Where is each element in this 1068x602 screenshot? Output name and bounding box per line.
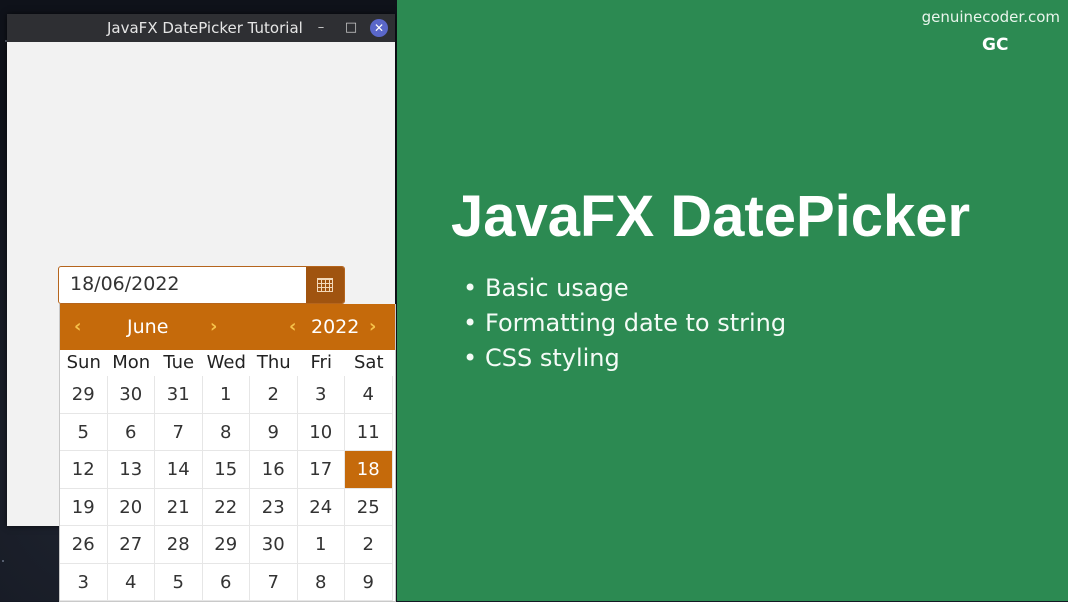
weekday-label: Mon	[112, 352, 151, 373]
day-cell[interactable]: 13	[107, 451, 155, 489]
day-cell[interactable]: 24	[297, 488, 345, 526]
date-input[interactable]: 18/06/2022	[59, 267, 306, 303]
day-cell[interactable]: 10	[297, 413, 345, 451]
day-cell[interactable]: 3	[297, 376, 345, 414]
day-cell[interactable]: 22	[202, 488, 250, 526]
day-cell[interactable]: 6	[202, 563, 250, 601]
weekday-label: Wed	[206, 352, 246, 373]
calendar-button[interactable]	[306, 267, 344, 303]
day-cell[interactable]: 8	[202, 413, 250, 451]
day-cell[interactable]: 14	[155, 451, 203, 489]
month-label: June	[127, 316, 169, 338]
star	[2, 560, 4, 562]
day-cell[interactable]: 19	[60, 488, 108, 526]
day-cell[interactable]: 9	[250, 413, 298, 451]
day-cell[interactable]: 2	[345, 526, 393, 564]
calendar-popup: ‹ June › ‹ 2022 › Sun Mon Tue Wed Thu Fr…	[59, 304, 396, 602]
year-label: 2022	[311, 316, 360, 338]
weekday-label: Sat	[353, 352, 384, 373]
day-cell[interactable]: 4	[107, 563, 155, 601]
maximize-button[interactable]: □	[341, 18, 361, 38]
day-cell[interactable]: 21	[155, 488, 203, 526]
day-cell[interactable]: 20	[107, 488, 155, 526]
day-cell[interactable]: 4	[345, 376, 393, 414]
day-cell[interactable]: 18	[345, 451, 393, 489]
bullet-item: Formatting date to string	[463, 309, 786, 344]
promo-panel: genuinecoder.com GC JavaFX DatePicker Ba…	[397, 0, 1068, 601]
window-titlebar[interactable]: JavaFX DatePicker Tutorial – □ ✕	[7, 14, 395, 42]
weekday-label: Tue	[163, 352, 195, 373]
calendar-icon	[317, 278, 333, 292]
bullet-item: Basic usage	[463, 274, 786, 309]
day-cell[interactable]: 5	[155, 563, 203, 601]
previous-year-button[interactable]: ‹	[289, 316, 296, 337]
window-title: JavaFX DatePicker Tutorial	[107, 19, 303, 37]
weekday-label: Sun	[66, 352, 101, 373]
day-cell[interactable]: 1	[202, 376, 250, 414]
day-cell[interactable]: 7	[250, 563, 298, 601]
weekday-header-row: Sun Mon Tue Wed Thu Fri Sat	[60, 350, 395, 376]
day-cell[interactable]: 26	[60, 526, 108, 564]
day-cell[interactable]: 30	[250, 526, 298, 564]
day-cell[interactable]: 25	[345, 488, 393, 526]
close-button[interactable]: ✕	[370, 19, 388, 37]
minimize-button[interactable]: –	[311, 18, 331, 38]
day-cell[interactable]: 3	[60, 563, 108, 601]
headline: JavaFX DatePicker	[451, 184, 971, 249]
day-cell[interactable]: 27	[107, 526, 155, 564]
day-grid: 29 30 31 1 2 3 4 5 6 7 8 9 10 11 12 13 14 15 16 17 18 19 20 21 2…	[60, 376, 395, 601]
day-cell[interactable]: 17	[297, 451, 345, 489]
weekday-label: Fri	[310, 352, 332, 373]
day-cell[interactable]: 30	[107, 376, 155, 414]
day-cell[interactable]: 1	[297, 526, 345, 564]
day-cell[interactable]: 5	[60, 413, 108, 451]
day-cell[interactable]: 8	[297, 563, 345, 601]
day-cell[interactable]: 29	[202, 526, 250, 564]
next-year-button[interactable]: ›	[369, 316, 376, 337]
weekday-label: Thu	[256, 352, 291, 373]
bullet-list: Basic usage Formatting date to string CS…	[463, 274, 786, 379]
previous-month-button[interactable]: ‹	[74, 316, 81, 337]
day-cell[interactable]: 9	[345, 563, 393, 601]
day-cell[interactable]: 12	[60, 451, 108, 489]
day-cell[interactable]: 23	[250, 488, 298, 526]
date-picker[interactable]: 18/06/2022	[58, 266, 345, 304]
day-cell[interactable]: 7	[155, 413, 203, 451]
brand-logo: GC	[982, 35, 1009, 55]
site-url: genuinecoder.com	[921, 8, 1060, 26]
day-cell[interactable]: 2	[250, 376, 298, 414]
day-cell[interactable]: 29	[60, 376, 108, 414]
day-cell[interactable]: 11	[345, 413, 393, 451]
day-cell[interactable]: 6	[107, 413, 155, 451]
day-cell[interactable]: 15	[202, 451, 250, 489]
next-month-button[interactable]: ›	[210, 316, 217, 337]
calendar-header: ‹ June › ‹ 2022 ›	[60, 304, 395, 350]
day-cell[interactable]: 28	[155, 526, 203, 564]
bullet-item: CSS styling	[463, 344, 786, 379]
day-cell[interactable]: 31	[155, 376, 203, 414]
day-cell[interactable]: 16	[250, 451, 298, 489]
